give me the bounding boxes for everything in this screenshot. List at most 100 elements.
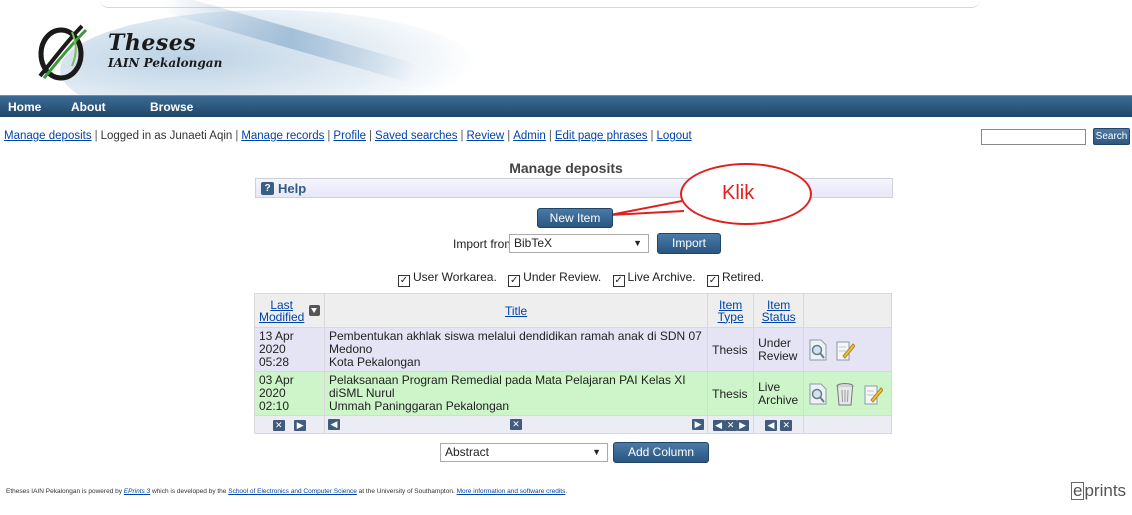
filter-under-review[interactable]: ✓ Under Review. <box>508 270 602 287</box>
nav-browse[interactable]: Browse <box>150 100 193 114</box>
add-column-select[interactable]: Abstract ▼ <box>440 443 608 462</box>
link-manage-records[interactable]: Manage records <box>241 130 324 142</box>
cell-title: Pelaksanaan Program Remedial pada Mata P… <box>323 371 709 416</box>
search-input[interactable] <box>981 129 1086 145</box>
import-button[interactable]: Import <box>657 233 721 254</box>
cell-last-modified: 03 Apr 2020 02:10 <box>254 371 325 416</box>
cell-item-type: Thesis <box>707 371 755 416</box>
cell-item-status: Under Review <box>753 327 805 372</box>
login-bar: Manage deposits | Logged in as Junaeti Aqi… <box>0 125 1132 149</box>
import-label: Import from <box>453 237 515 251</box>
table-row: 13 Apr 2020 05:28 Pembentukan akhlak sisw… <box>254 327 892 372</box>
col-actions <box>803 293 892 328</box>
eprints-logo-text: prints <box>1084 481 1127 500</box>
cell-actions <box>803 327 892 372</box>
edit-icon[interactable] <box>863 382 883 406</box>
sort-desc-icon[interactable] <box>308 305 320 316</box>
site-logo[interactable]: Theses IAIN Pekalongan <box>28 18 268 90</box>
view-icon[interactable] <box>808 338 828 362</box>
status-filters: ✓ User Workarea. ✓ Under Review. ✓ Live Arc… <box>398 270 772 287</box>
column-controls-row: ✕ ▶ ◀ ✕ ▶ ◀ ✕ ▶ ◀ ✕ <box>254 415 892 434</box>
add-column-value: Abstract <box>445 445 490 459</box>
logged-in-text: Logged in as Junaeti Aqin <box>100 130 233 142</box>
cell-last-modified: 13 Apr 2020 05:28 <box>254 327 325 372</box>
col-title[interactable]: Title <box>323 293 709 328</box>
move-right-icon[interactable]: ▶ <box>692 419 705 430</box>
new-item-button[interactable]: New Item <box>537 208 613 228</box>
eprints-logo[interactable]: e prints <box>1071 481 1126 501</box>
chevron-down-icon: ▼ <box>592 447 601 457</box>
col-controls-status: ◀ ✕ <box>753 415 805 434</box>
link-admin[interactable]: Admin <box>513 130 546 142</box>
checkbox-checked-icon[interactable]: ✓ <box>398 275 410 287</box>
filter-label: Retired. <box>721 270 764 284</box>
last-modified-link[interactable]: Last Modified <box>259 299 304 323</box>
link-edit-phrases[interactable]: Edit page phrases <box>555 130 648 142</box>
remove-column-icon[interactable]: ✕ <box>272 419 285 431</box>
link-saved-searches[interactable]: Saved searches <box>375 130 457 142</box>
link-profile[interactable]: Profile <box>333 130 366 142</box>
chevron-down-icon: ▼ <box>633 238 642 248</box>
filter-label: User Workarea. <box>413 270 497 284</box>
col-controls-actions <box>803 415 892 434</box>
cell-item-status: Live Archive <box>753 371 805 416</box>
type-header-link[interactable]: Item Type <box>718 298 744 324</box>
school-link[interactable]: School of Electronics and Computer Scien… <box>228 488 357 495</box>
cell-title: Pembentukan akhlak siswa melalui dendidi… <box>323 327 709 372</box>
table-row: 03 Apr 2020 02:10 Pelaksanaan Program Rem… <box>254 371 892 416</box>
search-button[interactable]: Search <box>1093 128 1130 145</box>
col-last-modified[interactable]: Last Modified <box>254 293 325 328</box>
col-controls-type: ◀ ✕ ▶ <box>707 415 755 434</box>
remove-column-icon[interactable]: ✕ <box>724 419 737 431</box>
cell-item-type: Thesis <box>707 327 755 372</box>
footer-part: at the University of Southampton. <box>356 488 457 495</box>
filter-live-archive[interactable]: ✓ Live Archive. <box>612 270 696 287</box>
import-format-select[interactable]: BibTeX ▼ <box>509 234 649 253</box>
checkbox-checked-icon[interactable]: ✓ <box>706 275 719 287</box>
filter-label: Under Review. <box>523 270 602 284</box>
filter-label: Live Archive. <box>627 270 696 284</box>
checkbox-checked-icon[interactable]: ✓ <box>508 275 521 287</box>
filter-user-workarea[interactable]: ✓ User Workarea. <box>398 270 497 287</box>
edit-icon[interactable] <box>835 338 856 362</box>
callout-text: Klik <box>722 182 755 204</box>
browser-edge <box>100 0 980 8</box>
eprints-logo-box: e <box>1071 481 1085 500</box>
main-nav: Home About Browse <box>0 95 1132 117</box>
footer-part: . <box>565 488 568 495</box>
move-right-icon[interactable]: ▶ <box>736 419 749 431</box>
trash-icon[interactable] <box>835 381 855 407</box>
col-controls-title: ◀ ✕ ▶ <box>323 415 709 434</box>
col-item-status[interactable]: Item Status <box>753 293 805 328</box>
table-header-row: Last Modified Title Item Type Item Status <box>254 293 892 328</box>
move-left-icon[interactable]: ◀ <box>712 419 725 431</box>
nav-about[interactable]: About <box>71 100 106 114</box>
move-left-icon[interactable]: ◀ <box>327 419 340 430</box>
eprints-link[interactable]: EPrints 3 <box>124 488 150 495</box>
help-label: Help <box>278 181 307 196</box>
remove-column-icon[interactable]: ✕ <box>780 419 793 431</box>
checkbox-checked-icon[interactable]: ✓ <box>612 275 625 287</box>
logo-emblem-icon <box>38 24 88 81</box>
title-header-link[interactable]: Title <box>505 304 527 318</box>
filter-retired[interactable]: ✓ Retired. <box>706 270 764 287</box>
footer-part: Etheses IAIN Pekalongan is powered by <box>6 488 124 495</box>
add-column-button[interactable]: Add Column <box>613 442 709 463</box>
link-logout[interactable]: Logout <box>657 130 692 142</box>
logo-title: Theses <box>108 30 197 56</box>
link-review[interactable]: Review <box>467 130 505 142</box>
help-icon: ? <box>261 182 274 195</box>
credits-link[interactable]: More information and software credits <box>457 488 566 495</box>
view-icon[interactable] <box>808 382 828 406</box>
status-header-link[interactable]: Item Status <box>762 298 796 324</box>
move-right-icon[interactable]: ▶ <box>294 419 307 431</box>
move-left-icon[interactable]: ◀ <box>764 419 777 431</box>
remove-column-icon[interactable]: ✕ <box>510 419 523 430</box>
cell-actions <box>803 371 892 416</box>
footer-part: which is developed by the <box>150 488 229 495</box>
site-header: Theses IAIN Pekalongan <box>0 0 1132 95</box>
link-manage-deposits[interactable]: Manage deposits <box>4 130 92 142</box>
import-format-value: BibTeX <box>514 236 553 250</box>
col-item-type[interactable]: Item Type <box>707 293 755 328</box>
nav-home[interactable]: Home <box>8 100 41 114</box>
